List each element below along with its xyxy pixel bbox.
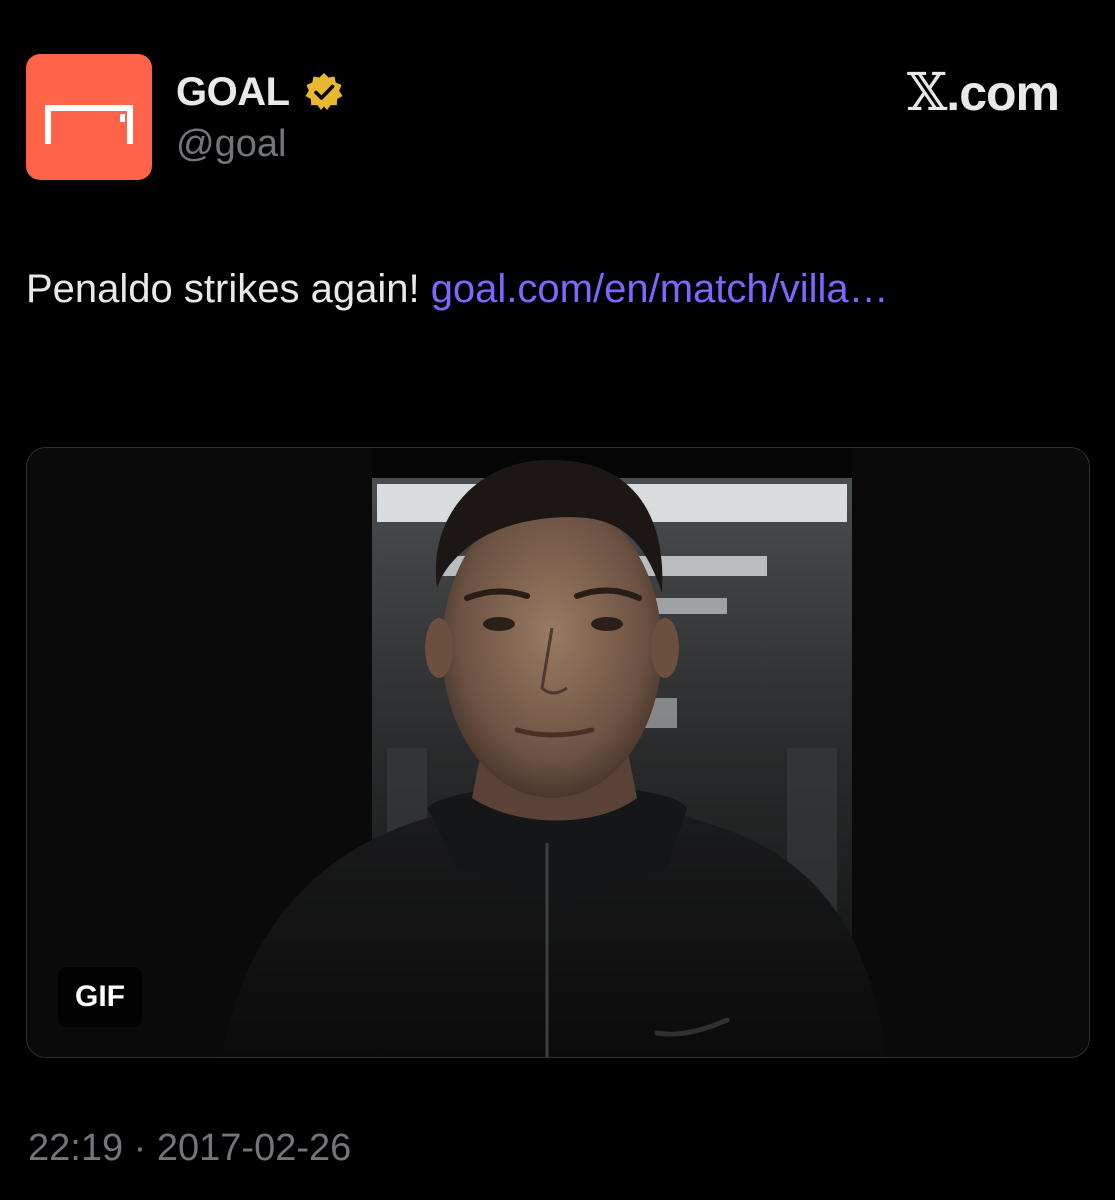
gif-frame-image bbox=[27, 448, 1089, 1057]
tweet-date: 2017-02-26 bbox=[156, 1127, 352, 1169]
goal-logo-icon bbox=[45, 105, 133, 144]
timestamp-separator: · bbox=[123, 1127, 157, 1169]
tweet-text: Penaldo strikes again! goal.com/en/match… bbox=[26, 258, 1066, 320]
gif-media[interactable]: GIF bbox=[26, 447, 1090, 1058]
handle[interactable]: @goal bbox=[176, 122, 286, 166]
gif-badge: GIF bbox=[58, 967, 142, 1027]
x-logo-icon: 𝕏 bbox=[906, 63, 947, 123]
timestamp[interactable]: 22:19 · 2017-02-26 bbox=[28, 1126, 351, 1170]
brand-wordmark: 𝕏.com bbox=[907, 65, 1060, 121]
tweet-body: Penaldo strikes again! bbox=[26, 267, 431, 311]
verified-badge-icon bbox=[305, 73, 343, 110]
brand-suffix: .com bbox=[946, 65, 1060, 121]
avatar[interactable] bbox=[26, 54, 152, 180]
display-name[interactable]: GOAL bbox=[176, 70, 290, 114]
tweet-link[interactable]: goal.com/en/match/villa… bbox=[431, 267, 889, 311]
tweet-time: 22:19 bbox=[28, 1127, 124, 1169]
